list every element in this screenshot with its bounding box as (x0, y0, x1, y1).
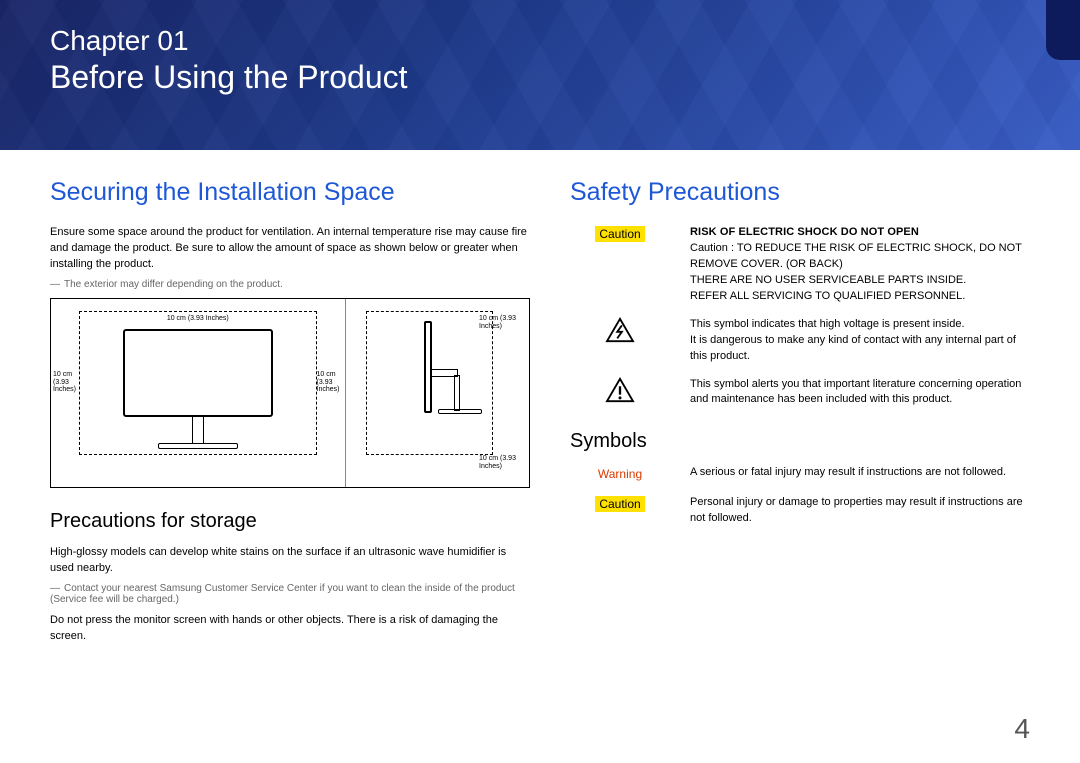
caution-def-row: Caution Personal injury or damage to pro… (570, 495, 1030, 527)
voltage-line-1: This symbol indicates that high voltage … (690, 317, 1030, 333)
note-dash-icon: ― (50, 583, 60, 594)
symbol-voltage-row: This symbol indicates that high voltage … (570, 317, 1030, 365)
installation-note: ― The exterior may differ depending on th… (50, 279, 530, 290)
voltage-text: This symbol indicates that high voltage … (690, 317, 1030, 365)
spacing-diagram: 10 cm (3.93 Inches) 10 cm (3.93 Inches) … (50, 298, 530, 488)
risk-heading: RISK OF ELECTRIC SHOCK DO NOT OPEN (690, 225, 1030, 241)
page-content: Securing the Installation Space Ensure s… (0, 150, 1080, 651)
dim-side-top: 10 cm (3.93 Inches) (479, 315, 527, 330)
risk-line-3: REFER ALL SERVICING TO QUALIFIED PERSONN… (690, 289, 1030, 305)
storage-note: ―Contact your nearest Samsung Customer S… (50, 583, 530, 605)
subheading-storage: Precautions for storage (50, 510, 530, 533)
caution-label-cell: Caution (570, 495, 670, 513)
dim-right: 10 cm (3.93 Inches) (317, 371, 343, 394)
chapter-number: Chapter 01 (50, 25, 1030, 57)
subheading-symbols: Symbols (570, 430, 1030, 453)
note-dash-icon: ― (50, 279, 60, 290)
right-column: Safety Precautions Caution RISK OF ELECT… (570, 178, 1030, 651)
chapter-header: Chapter 01 Before Using the Product (0, 0, 1080, 150)
voltage-line-2: It is dangerous to make any kind of cont… (690, 333, 1030, 365)
storage-paragraph-1: High-glossy models can develop white sta… (50, 545, 530, 577)
monitor-side-icon (424, 321, 432, 413)
risk-line-1: Caution : TO REDUCE THE RISK OF ELECTRIC… (690, 241, 1030, 273)
diagram-side-panel: 10 cm (3.93 Inches) 10 cm (3.93 Inches) (346, 299, 529, 487)
diagram-front-panel: 10 cm (3.93 Inches) 10 cm (3.93 Inches) … (51, 299, 346, 487)
section-heading-installation: Securing the Installation Space (50, 178, 530, 207)
caution-def-text: Personal injury or damage to properties … (690, 495, 1030, 527)
literature-text: This symbol alerts you that important li… (690, 377, 1030, 409)
exclamation-triangle-icon (605, 377, 635, 403)
warning-label-cell: Warning (570, 465, 670, 483)
section-heading-safety: Safety Precautions (570, 178, 1030, 207)
warning-def-text: A serious or fatal injury may result if … (690, 465, 1030, 481)
literature-icon-cell (570, 377, 670, 403)
caution-badge-cell: Caution (570, 225, 670, 243)
dim-side-bottom: 10 cm (3.93 Inches) (479, 455, 527, 470)
caution-row: Caution RISK OF ELECTRIC SHOCK DO NOT OP… (570, 225, 1030, 305)
caution-badge-2: Caution (595, 496, 644, 512)
warning-label: Warning (598, 467, 642, 481)
page-tab-decoration (1046, 0, 1080, 60)
left-column: Securing the Installation Space Ensure s… (50, 178, 530, 651)
storage-paragraph-2: Do not press the monitor screen with han… (50, 613, 530, 645)
high-voltage-icon-cell (570, 317, 670, 343)
note-text: The exterior may differ depending on the… (64, 279, 283, 290)
risk-line-2: THERE ARE NO USER SERVICEABLE PARTS INSI… (690, 273, 1030, 289)
dim-top: 10 cm (3.93 Inches) (167, 315, 229, 323)
installation-paragraph: Ensure some space around the product for… (50, 225, 530, 273)
monitor-front-icon (123, 329, 273, 449)
warning-def-row: Warning A serious or fatal injury may re… (570, 465, 1030, 483)
dim-left: 10 cm (3.93 Inches) (53, 371, 79, 394)
risk-text: RISK OF ELECTRIC SHOCK DO NOT OPEN Cauti… (690, 225, 1030, 305)
page-number: 4 (1014, 713, 1030, 745)
chapter-title: Before Using the Product (50, 59, 1030, 96)
note-text: Contact your nearest Samsung Customer Se… (50, 583, 515, 605)
caution-badge: Caution (595, 226, 644, 242)
high-voltage-icon (605, 317, 635, 343)
symbol-literature-row: This symbol alerts you that important li… (570, 377, 1030, 409)
